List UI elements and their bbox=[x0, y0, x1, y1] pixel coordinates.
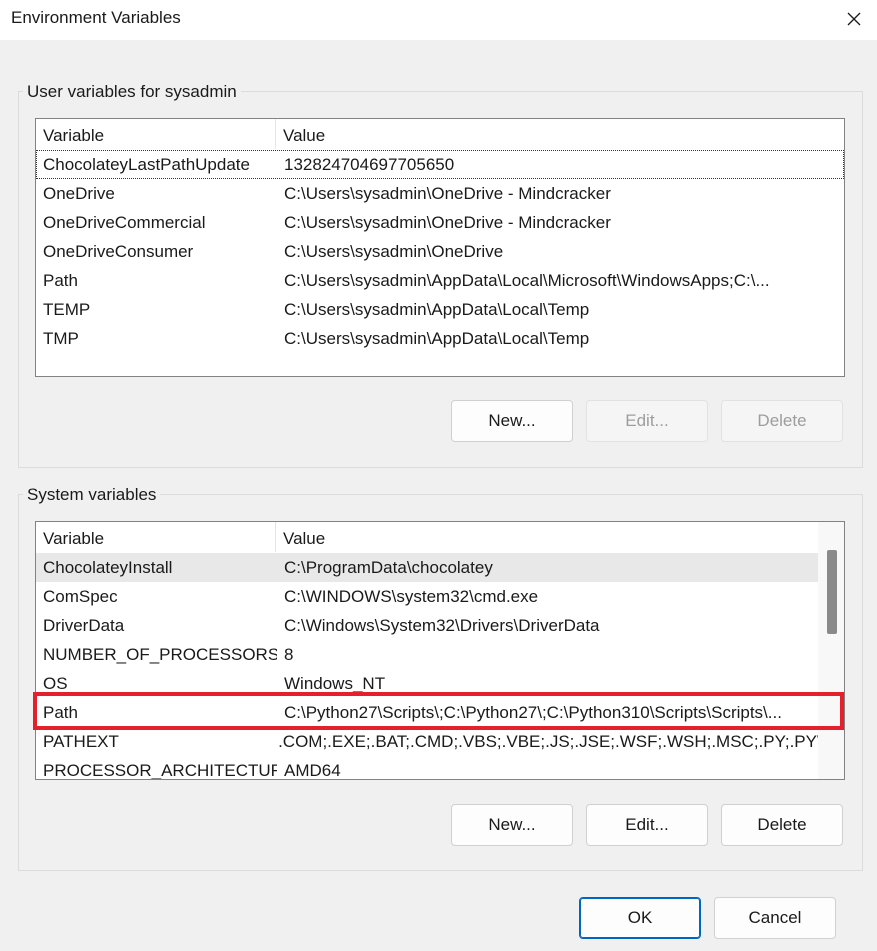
table-row[interactable]: OneDrive C:\Users\sysadmin\OneDrive - Min… bbox=[36, 179, 844, 208]
variable-name-cell: TMP bbox=[43, 329, 79, 348]
table-row[interactable]: PATHEXT .COM;.EXE;.BAT;.CMD;.VBS;.VBE;.JS… bbox=[36, 727, 819, 756]
variable-name-cell: OneDriveCommercial bbox=[43, 213, 206, 232]
system-variables-list[interactable]: Variable Value ChocolateyInstall C:\Progr… bbox=[35, 521, 845, 780]
variable-value-cell: C:\Windows\System32\Drivers\DriverData bbox=[284, 616, 600, 635]
table-row[interactable]: DriverData C:\Windows\System32\Drivers\Dr… bbox=[36, 611, 819, 640]
variable-value-cell: C:\WINDOWS\system32\cmd.exe bbox=[284, 587, 539, 606]
table-row[interactable]: OneDriveCommercial C:\Users\sysadmin\OneD… bbox=[36, 208, 844, 237]
user-delete-button[interactable]: Delete bbox=[721, 400, 843, 442]
cancel-button[interactable]: Cancel bbox=[714, 897, 836, 939]
table-row[interactable]: OS Windows_NT bbox=[36, 669, 819, 698]
table-row[interactable]: TMP C:\Users\sysadmin\AppData\Local\Temp bbox=[36, 324, 844, 353]
user-variables-label: User variables for sysadmin bbox=[23, 82, 241, 102]
variable-name-cell: OneDriveConsumer bbox=[43, 242, 194, 261]
variable-name-cell: PATHEXT bbox=[43, 732, 119, 751]
variable-name-cell: OS bbox=[43, 674, 68, 693]
system-list-scrollbar[interactable] bbox=[818, 522, 844, 779]
system-edit-button[interactable]: Edit... bbox=[586, 804, 708, 846]
table-row[interactable]: ChocolateyLastPathUpdate 1328247046977056… bbox=[36, 150, 844, 179]
table-row[interactable]: Path C:\Python27\Scripts\;C:\Python27\;C:… bbox=[36, 698, 819, 727]
variable-name-cell: ComSpec bbox=[43, 587, 118, 606]
system-rows: ChocolateyInstall C:\ProgramData\chocolat… bbox=[36, 553, 819, 780]
user-new-button[interactable]: New... bbox=[451, 400, 573, 442]
variable-value-cell: 8 bbox=[284, 645, 294, 664]
variable-value-cell: C:\Users\sysadmin\AppData\Local\Microsof… bbox=[284, 271, 770, 290]
table-row[interactable]: ComSpec C:\WINDOWS\system32\cmd.exe bbox=[36, 582, 819, 611]
window-title: Environment Variables bbox=[11, 8, 181, 27]
variable-value-cell: 132824704697705650 bbox=[284, 155, 455, 174]
variable-name-cell: Path bbox=[43, 271, 78, 290]
variable-value-cell: C:\Users\sysadmin\OneDrive - Mindcracker bbox=[284, 184, 611, 203]
variable-value-cell: C:\Users\sysadmin\AppData\Local\Temp bbox=[284, 300, 590, 319]
variable-name-cell: NUMBER_OF_PROCESSORS bbox=[43, 645, 277, 664]
user-list-header: Variable Value bbox=[36, 119, 844, 149]
variable-value-cell: C:\Users\sysadmin\AppData\Local\Temp bbox=[284, 329, 590, 348]
variable-name-cell: Path bbox=[43, 703, 78, 722]
variable-name-cell: ChocolateyLastPathUpdate bbox=[43, 155, 250, 174]
table-row[interactable]: PROCESSOR_ARCHITECTURE AMD64 bbox=[36, 756, 819, 780]
table-row[interactable]: NUMBER_OF_PROCESSORS 8 bbox=[36, 640, 819, 669]
variable-name-cell: DriverData bbox=[43, 616, 125, 635]
table-row[interactable]: ChocolateyInstall C:\ProgramData\chocolat… bbox=[36, 553, 819, 582]
user-variables-list[interactable]: Variable Value ChocolateyLastPathUpdate 1… bbox=[35, 118, 845, 377]
variable-value-cell: C:\Users\sysadmin\OneDrive - Mindcracker bbox=[284, 213, 611, 232]
column-header-variable[interactable]: Variable bbox=[36, 119, 276, 149]
variable-value-cell: Windows_NT bbox=[284, 674, 386, 693]
column-header-value[interactable]: Value bbox=[276, 119, 325, 149]
variable-name-cell: TEMP bbox=[43, 300, 91, 319]
close-icon bbox=[847, 12, 861, 26]
user-edit-button[interactable]: Edit... bbox=[586, 400, 708, 442]
ok-button[interactable]: OK bbox=[579, 897, 701, 939]
system-new-button[interactable]: New... bbox=[451, 804, 573, 846]
variable-name-cell: ChocolateyInstall bbox=[43, 558, 173, 577]
table-row[interactable]: Path C:\Users\sysadmin\AppData\Local\Micr… bbox=[36, 266, 844, 295]
variable-name-cell: PROCESSOR_ARCHITECTURE bbox=[43, 761, 277, 780]
column-header-value[interactable]: Value bbox=[276, 522, 325, 552]
variable-value-cell: C:\Users\sysadmin\OneDrive bbox=[284, 242, 504, 261]
user-rows: ChocolateyLastPathUpdate 1328247046977056… bbox=[36, 150, 844, 353]
variable-value-cell: C:\ProgramData\chocolatey bbox=[284, 558, 493, 577]
system-variables-label: System variables bbox=[23, 485, 161, 505]
column-header-variable[interactable]: Variable bbox=[36, 522, 276, 552]
variable-name-cell: OneDrive bbox=[43, 184, 115, 203]
variable-value-cell: AMD64 bbox=[284, 761, 341, 780]
close-button[interactable] bbox=[831, 0, 877, 38]
scrollbar-thumb[interactable] bbox=[827, 550, 837, 634]
system-delete-button[interactable]: Delete bbox=[721, 804, 843, 846]
variable-value-cell: C:\Python27\Scripts\;C:\Python27\;C:\Pyt… bbox=[284, 703, 782, 722]
title-bar: Environment Variables bbox=[0, 0, 877, 40]
system-list-header: Variable Value bbox=[36, 522, 819, 552]
table-row[interactable]: OneDriveConsumer C:\Users\sysadmin\OneDri… bbox=[36, 237, 844, 266]
table-row[interactable]: TEMP C:\Users\sysadmin\AppData\Local\Temp bbox=[36, 295, 844, 324]
variable-value-cell: .COM;.EXE;.BAT;.CMD;.VBS;.VBE;.JS;.JSE;.… bbox=[278, 732, 819, 751]
